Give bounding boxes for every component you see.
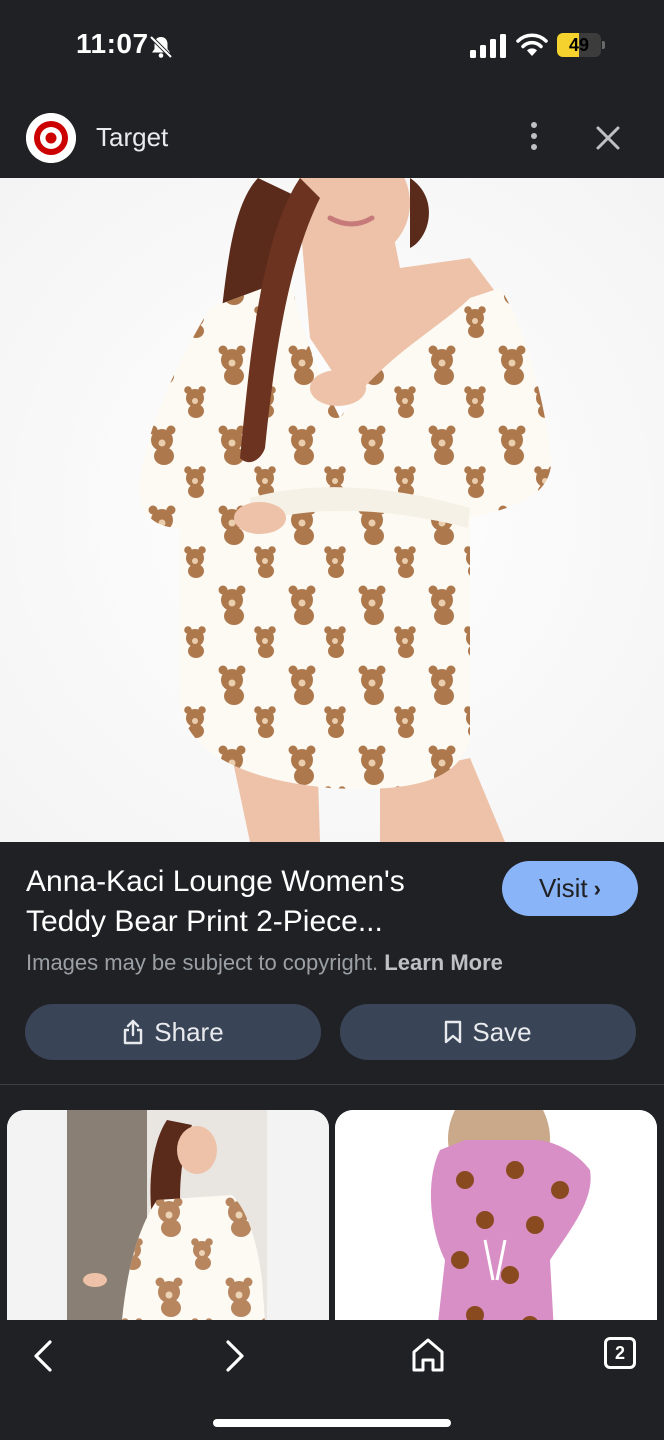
learn-more-link[interactable]: Learn More <box>384 950 503 975</box>
copyright-text: Images may be subject to copyright. <box>26 950 379 975</box>
tab-count: 2 <box>614 1343 625 1363</box>
battery-level: 49 <box>568 35 590 55</box>
home-icon[interactable] <box>408 1334 448 1376</box>
wifi-icon <box>516 33 548 56</box>
save-label: Save <box>472 1016 532 1047</box>
result-title[interactable]: Anna-Kaci Lounge Women's Teddy Bear Prin… <box>26 862 486 942</box>
bell-muted-icon <box>149 35 173 59</box>
tabs-button[interactable]: 2 <box>604 1337 636 1369</box>
target-logo-icon <box>26 113 76 163</box>
browser-toolbar: 2 <box>0 1320 664 1440</box>
close-icon[interactable] <box>590 120 626 156</box>
battery-icon: 49 <box>557 33 605 57</box>
save-button[interactable]: Save <box>340 1004 636 1060</box>
more-vert-icon[interactable] <box>518 118 550 154</box>
home-indicator <box>213 1419 451 1427</box>
chevron-right-icon: › <box>593 875 601 901</box>
share-icon <box>124 1019 143 1045</box>
bookmark-icon <box>445 1020 462 1044</box>
status-time: 11:07 <box>76 28 149 59</box>
product-photo-illustration <box>0 178 664 842</box>
cellular-signal-icon <box>470 34 506 58</box>
copyright-notice: Images may be subject to copyright. Lear… <box>26 950 503 976</box>
result-info: Anna-Kaci Lounge Women's Teddy Bear Prin… <box>0 842 664 1085</box>
related-image-thumbnail[interactable] <box>7 1110 329 1320</box>
product-image[interactable] <box>0 178 664 842</box>
share-button[interactable]: Share <box>25 1004 321 1060</box>
related-images-grid <box>0 1085 664 1320</box>
back-icon[interactable] <box>26 1336 62 1376</box>
visit-label: Visit <box>539 873 588 903</box>
status-bar: 11:07 49 <box>0 0 664 92</box>
site-name: Target <box>96 122 169 152</box>
site-header: Target <box>0 92 664 178</box>
related-image-thumbnail[interactable] <box>335 1110 657 1320</box>
visit-button[interactable]: Visit › <box>502 861 638 916</box>
share-label: Share <box>154 1016 224 1047</box>
forward-icon[interactable] <box>216 1336 252 1376</box>
